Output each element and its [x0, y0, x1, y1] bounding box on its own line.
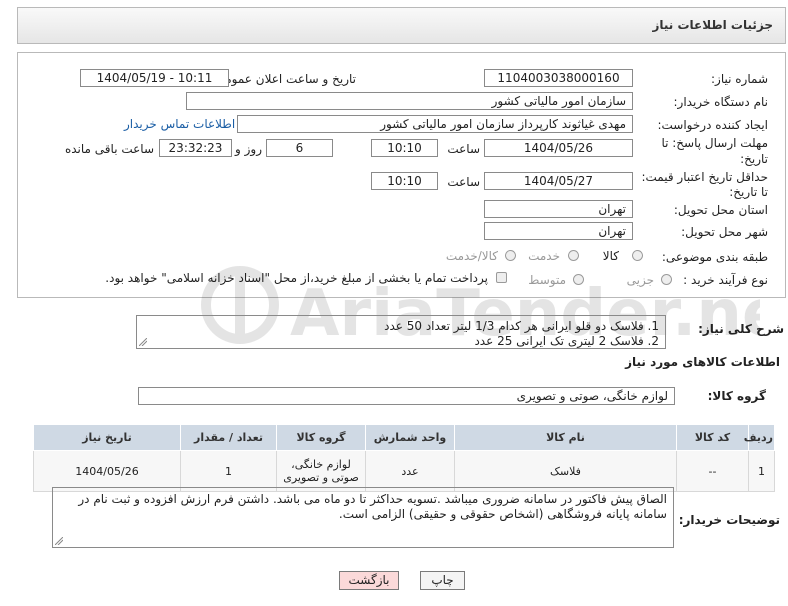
- summary-textarea[interactable]: 1. فلاسک دو قلو ایرانی هر کدام 1/3 لیتر …: [136, 315, 666, 349]
- col-row: ردیف: [744, 424, 775, 451]
- creator-label: ایجاد کننده درخواست:: [657, 118, 768, 132]
- process-label: نوع فرآیند خرید :: [683, 273, 768, 287]
- resize-grip-icon[interactable]: [139, 338, 147, 346]
- remaining-label: ساعت باقی مانده: [64, 142, 154, 156]
- days-label: روز و: [235, 142, 262, 156]
- buyer-notes-line-1: الصاق پیش فاکتور در سامانه ضروری میباشد …: [78, 492, 667, 506]
- page-title: جزئیات اطلاعات نیاز: [652, 18, 773, 32]
- validity-time-field[interactable]: 10:10: [371, 172, 438, 190]
- category-option-service: خدمت: [528, 249, 560, 263]
- buyer-notes-label: توضیحات خریدار:: [678, 513, 780, 527]
- cell-group-line-2: صوتی و تصویری: [283, 471, 359, 484]
- deadline-label-2: تاریخ:: [740, 152, 768, 166]
- validity-label-2: تا تاریخ:: [729, 185, 768, 199]
- creator-field[interactable]: مهدی غیاثوند کارپرداز سازمان امور مالیات…: [237, 115, 633, 133]
- payment-treasury-checkbox[interactable]: [496, 272, 507, 283]
- category-label: طبقه بندی موضوعی:: [661, 250, 768, 264]
- buyer-notes-line-2: سامانه پایانه فروشگاهی (اشخاص حقوقی و حق…: [338, 507, 667, 521]
- col-code: کد کالا: [676, 424, 749, 451]
- col-group: گروه کالا: [276, 424, 366, 451]
- summary-label: شرح کلی نیاز:: [698, 322, 784, 336]
- goods-group-label: گروه کالا:: [707, 389, 766, 403]
- summary-line-2: 2. فلاسک 2 لیتری تک ایرانی 25 عدد: [474, 334, 659, 348]
- cell-date: 1404/05/26: [33, 450, 181, 492]
- print-button[interactable]: چاپ: [420, 571, 465, 590]
- category-radio-service[interactable]: [568, 250, 579, 261]
- city-label: شهر محل تحویل:: [681, 225, 768, 239]
- announce-label: تاریخ و ساعت اعلان عمومی:: [211, 72, 356, 86]
- deadline-time-field[interactable]: 10:10: [371, 139, 438, 157]
- page-header: جزئیات اطلاعات نیاز: [17, 7, 786, 44]
- col-qty: تعداد / مقدار: [180, 424, 277, 451]
- process-option-partial: جزیی: [626, 273, 654, 287]
- city-field[interactable]: تهران: [484, 222, 633, 240]
- deadline-date-field[interactable]: 1404/05/26: [484, 139, 633, 157]
- goods-section-title: اطلاعات کالاهای مورد نیاز: [625, 355, 780, 369]
- col-name: نام کالا: [454, 424, 677, 451]
- category-option-goods-service: کالا/خدمت: [445, 249, 498, 263]
- cell-row: 1: [748, 450, 775, 492]
- category-radio-goods[interactable]: [632, 250, 643, 261]
- days-field[interactable]: 6: [266, 139, 333, 157]
- cell-name: فلاسک: [454, 450, 677, 492]
- validity-date-field[interactable]: 1404/05/27: [484, 172, 633, 190]
- col-unit: واحد شمارش: [365, 424, 455, 451]
- process-radio-medium[interactable]: [573, 274, 584, 285]
- resize-grip-icon[interactable]: [55, 537, 63, 545]
- process-option-medium: متوسط: [528, 273, 566, 287]
- table-header-row: ردیف کد کالا نام کالا واحد شمارش گروه کا…: [33, 424, 775, 451]
- cell-group: لوازم خانگی، صوتی و تصویری: [276, 450, 366, 492]
- process-radio-partial[interactable]: [661, 274, 672, 285]
- validity-label: حداقل تاریخ اعتبار قیمت:: [641, 170, 768, 184]
- announce-field[interactable]: 1404/05/19 - 10:11: [80, 69, 229, 87]
- contact-info-link[interactable]: اطلاعات تماس خریدار: [124, 117, 235, 131]
- buyer-org-label: نام دستگاه خریدار:: [673, 95, 769, 109]
- buyer-notes-textarea[interactable]: الصاق پیش فاکتور در سامانه ضروری میباشد …: [52, 487, 674, 548]
- table-row[interactable]: 1 -- فلاسک عدد لوازم خانگی، صوتی و تصویر…: [33, 450, 775, 492]
- cell-group-line-1: لوازم خانگی،: [291, 458, 351, 471]
- remaining-time-field[interactable]: 23:32:23: [159, 139, 232, 157]
- goods-group-field[interactable]: لوازم خانگی، صوتی و تصویری: [138, 387, 675, 405]
- province-label: استان محل تحویل:: [673, 203, 768, 217]
- buyer-org-field[interactable]: سازمان امور مالیاتی کشور: [186, 92, 633, 110]
- back-button[interactable]: بازگشت: [339, 571, 399, 590]
- validity-time-label: ساعت: [447, 175, 480, 189]
- category-option-goods: کالا: [602, 249, 619, 263]
- need-number-field[interactable]: 1104003038000160: [484, 69, 633, 87]
- cell-unit: عدد: [365, 450, 455, 492]
- payment-note: پرداخت تمام یا بخشی از مبلغ خرید،از محل …: [105, 271, 488, 285]
- need-number-label: شماره نیاز:: [711, 72, 768, 86]
- deadline-time-label: ساعت: [447, 142, 480, 156]
- summary-line-1: 1. فلاسک دو قلو ایرانی هر کدام 1/3 لیتر …: [384, 319, 659, 333]
- cell-code: --: [676, 450, 749, 492]
- col-date: تاریخ نیاز: [33, 424, 181, 451]
- cell-qty: 1: [180, 450, 277, 492]
- province-field[interactable]: تهران: [484, 200, 633, 218]
- goods-table: ردیف کد کالا نام کالا واحد شمارش گروه کا…: [33, 424, 775, 492]
- category-radio-goods-service[interactable]: [505, 250, 516, 261]
- deadline-label: مهلت ارسال پاسخ: تا: [661, 136, 768, 150]
